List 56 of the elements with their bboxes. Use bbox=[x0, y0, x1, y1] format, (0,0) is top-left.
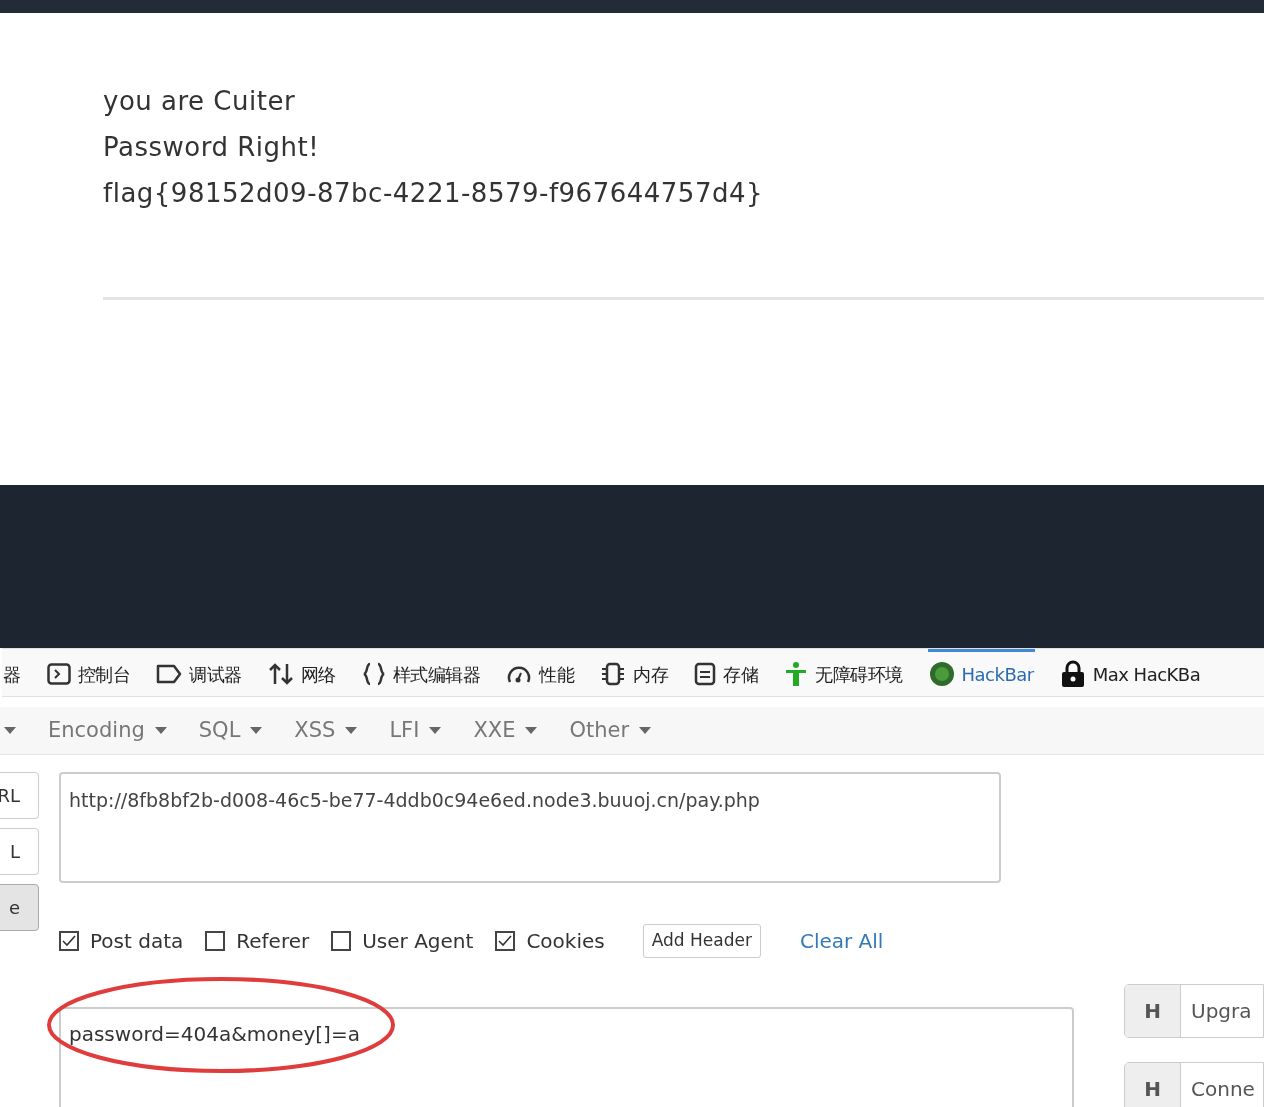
devtools-tab[interactable]: 样式编辑器 bbox=[360, 649, 481, 696]
caret-icon bbox=[154, 727, 167, 734]
devtools-tab[interactable]: 内存 bbox=[599, 649, 669, 696]
checkbox[interactable] bbox=[495, 931, 516, 951]
result-text: you are Cuiter bbox=[103, 85, 297, 117]
post-data-field[interactable]: password=404a&money[]=a bbox=[59, 1007, 1074, 1107]
header-badge: H bbox=[1125, 1063, 1181, 1107]
devtools-tab[interactable]: 无障碍环境 bbox=[783, 649, 904, 696]
option-label: Cookies bbox=[526, 928, 605, 955]
menu-dropdown[interactable]: LFI bbox=[389, 714, 442, 747]
caret-icon bbox=[639, 727, 652, 734]
result-text: Password Right! bbox=[103, 131, 321, 163]
header-value: Conne bbox=[1190, 1076, 1255, 1103]
menu-dropdown[interactable]: XXE bbox=[473, 714, 538, 747]
gauge-icon bbox=[506, 663, 532, 685]
storage-icon bbox=[694, 662, 716, 686]
option-label: Referer bbox=[236, 928, 310, 955]
ball-icon bbox=[928, 661, 955, 687]
caret-icon bbox=[345, 727, 358, 734]
console-icon bbox=[46, 663, 71, 685]
header-badge: H bbox=[1125, 985, 1181, 1037]
url-field[interactable]: http://8fb8bf2b-d008-46c5-be77-4ddb0c94e6ed.node3.buuoj.cn/pay.php bbox=[59, 772, 1001, 883]
caret-icon bbox=[4, 727, 16, 734]
devtools-tab[interactable]: 器 bbox=[2, 649, 22, 696]
devtools-tab[interactable]: Max HacKBa bbox=[1058, 649, 1202, 696]
header-value: Upgra bbox=[1190, 998, 1252, 1025]
up-down-arrows-icon bbox=[267, 662, 294, 686]
side-button[interactable]: L bbox=[0, 828, 39, 875]
checkbox[interactable] bbox=[205, 931, 226, 951]
checkbox[interactable] bbox=[59, 931, 79, 951]
caret-icon bbox=[250, 727, 263, 734]
lock-icon bbox=[1059, 660, 1086, 688]
tag-shape-icon bbox=[156, 664, 182, 684]
checkbox[interactable] bbox=[331, 931, 352, 951]
clear-all-link[interactable]: Clear All bbox=[799, 926, 884, 956]
menu-dropdown[interactable]: Encoding bbox=[48, 714, 167, 747]
devtools-tab[interactable]: 调试器 bbox=[155, 649, 243, 696]
devtools-tab[interactable]: 性能 bbox=[505, 649, 575, 696]
person-icon bbox=[784, 661, 808, 687]
devtools-tab[interactable]: 存储 bbox=[693, 649, 759, 696]
chip-icon bbox=[600, 662, 626, 686]
option-label: Post data bbox=[90, 928, 184, 955]
side-button[interactable]: e bbox=[0, 884, 39, 931]
menu-dropdown[interactable]: Other bbox=[569, 714, 652, 747]
devtools-tab[interactable]: HackBar bbox=[927, 649, 1035, 696]
option-label: User Agent bbox=[362, 928, 474, 955]
menu-dropdown[interactable]: XSS bbox=[294, 714, 358, 747]
side-button[interactable]: RL bbox=[0, 772, 39, 819]
caret-icon bbox=[525, 727, 538, 734]
devtools-tab[interactable]: 控制台 bbox=[45, 649, 131, 696]
add-header-button[interactable]: Add Header bbox=[642, 924, 761, 958]
caret-icon bbox=[429, 727, 442, 734]
menu-dropdown[interactable]: SQL bbox=[198, 714, 263, 747]
result-text: flag{98152d09-87bc-4221-8579-f967644757d4} bbox=[103, 177, 765, 209]
devtools-tab[interactable]: 网络 bbox=[266, 649, 337, 696]
braces-icon bbox=[361, 662, 386, 686]
